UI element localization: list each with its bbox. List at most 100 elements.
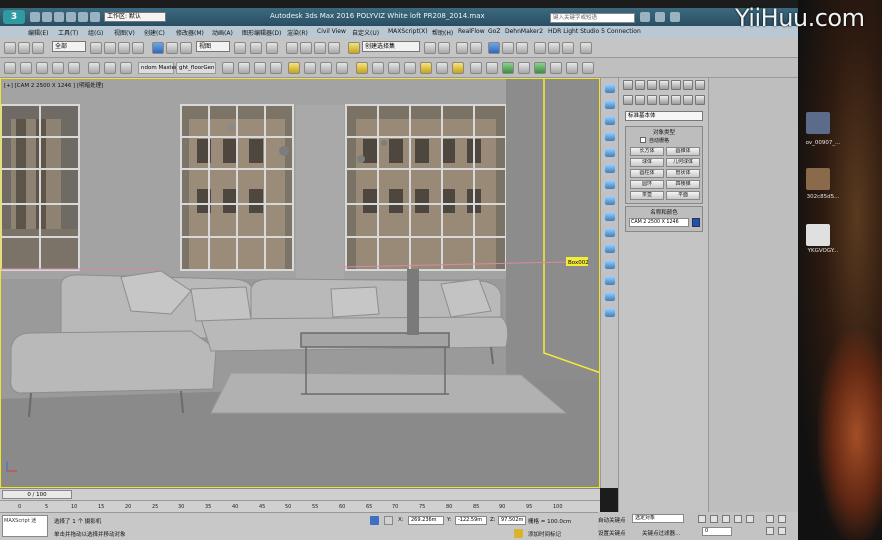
select-and-move-icon[interactable] bbox=[152, 42, 164, 54]
object-color-swatch[interactable] bbox=[692, 218, 700, 227]
shapes-icon[interactable] bbox=[635, 95, 645, 105]
project-folder-icon[interactable] bbox=[90, 12, 100, 22]
tube-button[interactable]: 管状体 bbox=[666, 169, 700, 178]
object-category-dropdown[interactable]: 标准基本体 bbox=[625, 111, 703, 121]
plugin-30-icon[interactable] bbox=[582, 62, 594, 74]
strip-tool-1-icon[interactable] bbox=[605, 84, 615, 93]
mirror-icon[interactable] bbox=[424, 42, 436, 54]
plugin-9-icon[interactable] bbox=[222, 62, 234, 74]
plugin-11-icon[interactable] bbox=[254, 62, 266, 74]
orbit-icon[interactable] bbox=[766, 527, 774, 535]
tab-random-master[interactable]: ndom Master bbox=[138, 62, 177, 74]
motion-tab-icon[interactable] bbox=[659, 80, 669, 90]
autogrid-checkbox[interactable] bbox=[640, 137, 646, 143]
bind-space-warp-icon[interactable] bbox=[32, 42, 44, 54]
snaps-toggle-icon[interactable] bbox=[286, 42, 298, 54]
strip-tool-10-icon[interactable] bbox=[605, 228, 615, 237]
open-file-icon[interactable] bbox=[42, 12, 52, 22]
menu-civil-view[interactable]: Civil View bbox=[317, 28, 346, 35]
keyboard-shortcut-override-icon[interactable] bbox=[266, 42, 278, 54]
render-production-icon[interactable] bbox=[562, 42, 574, 54]
desktop-image-label[interactable]: 302c85d5... bbox=[800, 194, 846, 200]
desktop-image-icon[interactable] bbox=[806, 224, 830, 246]
plugin-23-icon[interactable] bbox=[470, 62, 482, 74]
absolute-mode-icon[interactable] bbox=[384, 516, 393, 525]
systems-icon[interactable] bbox=[695, 95, 705, 105]
menu-dehnmaker[interactable]: DehnMaker2 bbox=[505, 28, 543, 35]
rendered-frame-window-icon[interactable] bbox=[548, 42, 560, 54]
camera-viewport[interactable]: [+] [CAM 2 2500 X 1246 ] [明暗处理] Box002 bbox=[0, 78, 600, 488]
search-icon[interactable] bbox=[640, 12, 650, 22]
redo-icon[interactable] bbox=[78, 12, 88, 22]
object-type-title[interactable]: 对象类型 bbox=[626, 128, 702, 136]
strip-tool-6-icon[interactable] bbox=[605, 164, 615, 173]
schematic-view-icon[interactable] bbox=[502, 42, 514, 54]
torus-button[interactable]: 圆环 bbox=[630, 180, 664, 189]
maximize-viewport-icon[interactable] bbox=[778, 527, 786, 535]
cameras-icon[interactable] bbox=[659, 95, 669, 105]
plugin-27-icon[interactable] bbox=[534, 62, 546, 74]
menu-views[interactable]: 视图(V) bbox=[114, 28, 135, 37]
utilities-tab-icon[interactable] bbox=[683, 80, 693, 90]
plugin-13-icon[interactable] bbox=[304, 62, 316, 74]
plugin-26-icon[interactable] bbox=[518, 62, 530, 74]
strip-tool-8-icon[interactable] bbox=[605, 196, 615, 205]
select-object-icon[interactable] bbox=[90, 42, 102, 54]
percent-snap-icon[interactable] bbox=[314, 42, 326, 54]
material-editor-icon[interactable] bbox=[516, 42, 528, 54]
plugin-24-icon[interactable] bbox=[486, 62, 498, 74]
desktop-file-label[interactable]: ov_00907_... bbox=[800, 140, 846, 146]
track-bar[interactable]: 0 5 10 15 20 25 30 35 40 45 50 55 60 65 … bbox=[0, 500, 600, 512]
geometry-icon[interactable] bbox=[623, 95, 633, 105]
plugin-22-icon[interactable] bbox=[452, 62, 464, 74]
strip-tool-5-icon[interactable] bbox=[605, 148, 615, 157]
hierarchy-tab-icon[interactable] bbox=[647, 80, 657, 90]
lock-selection-icon[interactable] bbox=[370, 516, 379, 525]
strip-tool-2-icon[interactable] bbox=[605, 100, 615, 109]
key-mode-dropdown[interactable]: 选定对象 bbox=[632, 514, 684, 523]
align-icon[interactable] bbox=[438, 42, 450, 54]
space-warps-icon[interactable] bbox=[683, 95, 693, 105]
plugin-3-icon[interactable] bbox=[36, 62, 48, 74]
zoom-icon[interactable] bbox=[766, 515, 774, 523]
time-slider-thumb[interactable]: 0 / 100 bbox=[2, 490, 72, 499]
plugin-15-icon[interactable] bbox=[336, 62, 348, 74]
key-filters-button[interactable]: 关键点过滤器... bbox=[642, 529, 680, 537]
menu-create[interactable]: 创建(C) bbox=[144, 28, 165, 37]
manipulate-icon[interactable] bbox=[250, 42, 262, 54]
modify-tab-icon[interactable] bbox=[635, 80, 645, 90]
sphere-button[interactable]: 球体 bbox=[630, 158, 664, 167]
menu-graph-editors[interactable]: 图形编辑器(D) bbox=[242, 28, 281, 37]
plugin-17-icon[interactable] bbox=[372, 62, 384, 74]
create-tab-icon[interactable] bbox=[623, 80, 633, 90]
plugin-19-icon[interactable] bbox=[404, 62, 416, 74]
x-coordinate-field[interactable]: 269.236m bbox=[408, 516, 444, 525]
help-icon[interactable] bbox=[670, 12, 680, 22]
tab-floor-generator[interactable]: ght_floorGen bbox=[176, 62, 216, 74]
cone-button[interactable]: 圆锥体 bbox=[666, 147, 700, 156]
plugin-29-icon[interactable] bbox=[566, 62, 578, 74]
select-and-scale-icon[interactable] bbox=[180, 42, 192, 54]
plugin-25-icon[interactable] bbox=[502, 62, 514, 74]
plugin-20-icon[interactable] bbox=[420, 62, 432, 74]
new-file-icon[interactable] bbox=[30, 12, 40, 22]
strip-tool-12-icon[interactable] bbox=[605, 260, 615, 269]
save-file-icon[interactable] bbox=[54, 12, 64, 22]
viewport-label[interactable]: [+] [CAM 2 2500 X 1246 ] [明暗处理] bbox=[4, 81, 103, 89]
window-crossing-icon[interactable] bbox=[132, 42, 144, 54]
app-logo-icon[interactable]: 3 bbox=[3, 10, 25, 24]
edit-named-selection-icon[interactable] bbox=[348, 42, 360, 54]
menu-group[interactable]: 组(G) bbox=[88, 28, 103, 37]
desktop-image-icon[interactable] bbox=[806, 168, 830, 190]
plane-button[interactable]: 平面 bbox=[666, 191, 700, 200]
workspace-dropdown[interactable]: 工作区: 默认 bbox=[104, 12, 166, 22]
info-center-icon[interactable] bbox=[655, 12, 665, 22]
plugin-1-icon[interactable] bbox=[4, 62, 16, 74]
plugin-21-icon[interactable] bbox=[436, 62, 448, 74]
object-name-field[interactable]: CAM 2 2500 X 1246 bbox=[629, 218, 689, 227]
menu-animation[interactable]: 动画(A) bbox=[212, 28, 233, 37]
plugin-14-icon[interactable] bbox=[320, 62, 332, 74]
name-color-title[interactable]: 名称和颜色 bbox=[626, 208, 702, 216]
menu-realflow[interactable]: RealFlow bbox=[458, 28, 485, 35]
plugin-7-icon[interactable] bbox=[104, 62, 116, 74]
